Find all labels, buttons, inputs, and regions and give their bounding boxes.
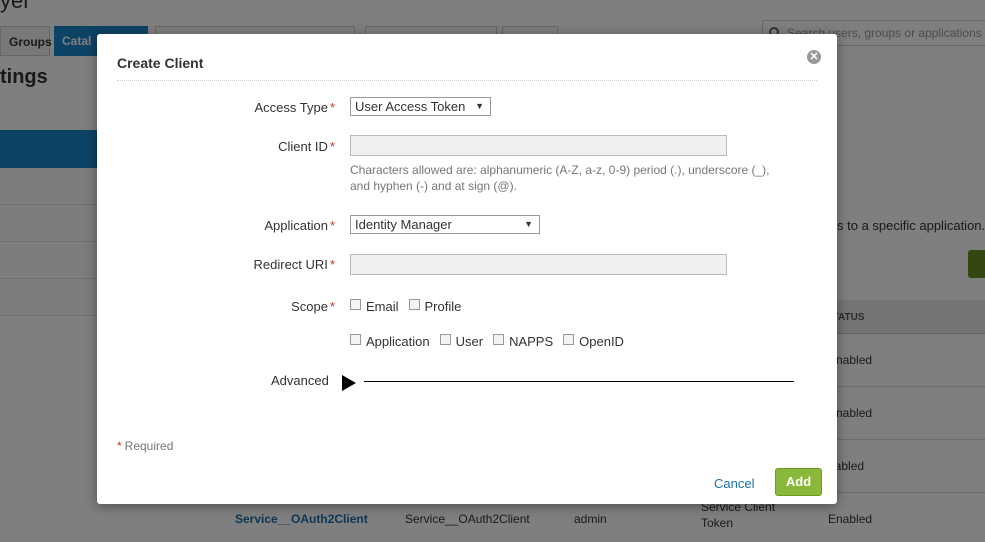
scope-application-checkbox[interactable]: Application: [350, 333, 430, 349]
dropdown-arrow-icon: ▼: [524, 219, 533, 229]
label-text: Application: [264, 218, 328, 233]
checkbox-label: Email: [366, 298, 399, 314]
redirect-uri-label: Redirect URI *: [254, 257, 335, 272]
cancel-button[interactable]: Cancel: [714, 476, 754, 491]
label-text: Client ID: [278, 139, 328, 154]
required-asterisk: *: [329, 139, 335, 154]
access-type-label: Access Type *: [254, 100, 335, 115]
expand-arrow-icon[interactable]: [342, 375, 356, 391]
checkbox-box[interactable]: [350, 298, 361, 310]
scope-row-2: Application User NAPPS OpenID: [350, 332, 634, 350]
label-text: Access Type: [254, 100, 328, 115]
required-asterisk: *: [329, 100, 335, 115]
create-client-dialog: Create Client ✕ Access Type * User Access…: [97, 34, 837, 504]
checkbox-box[interactable]: [563, 333, 575, 345]
advanced-divider: [364, 381, 794, 382]
application-select[interactable]: Identity Manager ▼: [350, 215, 540, 234]
help-line: Characters allowed are: alphanumeric (A-…: [350, 163, 770, 177]
scope-napps-checkbox[interactable]: NAPPS: [493, 333, 554, 349]
checkbox-label: User: [455, 333, 484, 349]
dialog-title: Create Client: [117, 55, 204, 71]
label-text: Redirect URI: [253, 257, 328, 272]
scope-user-checkbox[interactable]: User: [439, 333, 484, 349]
checkbox-box[interactable]: [493, 333, 505, 345]
scope-openid-checkbox[interactable]: OpenID: [563, 333, 624, 349]
application-label: Application *: [264, 218, 335, 233]
redirect-uri-input[interactable]: [350, 254, 727, 275]
client-id-input[interactable]: [350, 135, 727, 156]
scope-email-checkbox[interactable]: Email: [350, 298, 399, 314]
help-line: and hyphen (-) and at sign (@).: [350, 179, 517, 193]
label-text: Scope: [291, 299, 328, 314]
access-type-select[interactable]: User Access Token ▼: [350, 97, 491, 116]
close-icon[interactable]: ✕: [807, 50, 821, 64]
checkbox-label: NAPPS: [509, 333, 554, 349]
required-asterisk: *: [117, 439, 122, 453]
scope-label: Scope *: [291, 299, 335, 314]
checkbox-box[interactable]: [350, 333, 361, 345]
scope-profile-checkbox[interactable]: Profile: [408, 298, 462, 314]
checkbox-label: Application: [366, 333, 430, 349]
required-asterisk: *: [329, 257, 335, 272]
required-asterisk: *: [329, 299, 335, 314]
checkbox-label: Profile: [424, 298, 462, 314]
checkbox-label: OpenID: [579, 333, 624, 349]
application-value: Identity Manager: [355, 217, 452, 232]
checkbox-box[interactable]: [439, 333, 451, 345]
scope-row-1: Email Profile: [350, 297, 471, 315]
required-note-text: Required: [124, 439, 174, 453]
required-asterisk: *: [329, 218, 335, 233]
checkbox-box[interactable]: [408, 298, 420, 310]
dropdown-arrow-icon: ▼: [475, 101, 484, 111]
advanced-label[interactable]: Advanced: [271, 373, 329, 388]
access-type-value: User Access Token: [355, 99, 466, 114]
client-id-help-text: Characters allowed are: alphanumeric (A-…: [350, 162, 810, 194]
add-button[interactable]: Add: [775, 468, 822, 496]
title-divider: [117, 80, 817, 81]
client-id-label: Client ID *: [278, 139, 335, 154]
required-note: * Required: [117, 439, 173, 453]
